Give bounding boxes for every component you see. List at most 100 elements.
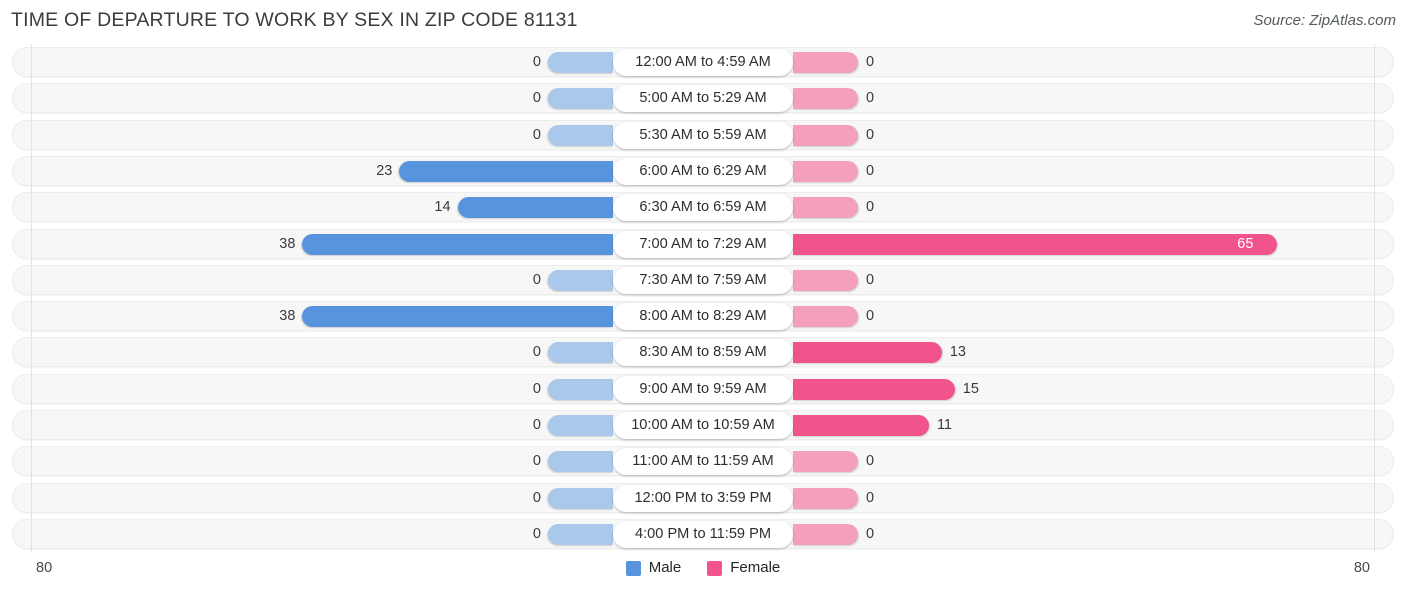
bar-female[interactable]	[793, 160, 858, 182]
bar-value-female: 65	[1237, 235, 1254, 252]
chart-row[interactable]: 14 0 6:30 AM to 6:59 AM	[0, 189, 1406, 225]
bar-value-male: 23	[376, 162, 393, 179]
bar-female[interactable]	[793, 487, 858, 509]
category-label: 8:30 AM to 8:59 AM	[639, 344, 767, 361]
bar-female[interactable]	[793, 342, 942, 364]
bar-male[interactable]	[399, 160, 613, 182]
bar-male[interactable]	[548, 415, 613, 436]
bar-male[interactable]	[548, 342, 613, 364]
category-label: 5:30 AM to 5:59 AM	[639, 126, 767, 143]
bar-female[interactable]	[793, 415, 929, 436]
chart-row[interactable]: 0 13 8:30 AM to 8:59 AM	[0, 334, 1406, 370]
category-label: 8:00 AM to 8:29 AM	[639, 308, 767, 325]
category-label: 7:00 AM to 7:29 AM	[639, 235, 767, 252]
chart-plot-area: 0 0 12:00 AM to 4:59 AM 0 0 5:00 AM to 5:29 A…	[0, 44, 1406, 552]
bar-female[interactable]	[793, 451, 858, 473]
category-pill[interactable]: 10:00 AM to 10:59 AM	[613, 412, 793, 439]
legend-item-female[interactable]: Female	[707, 559, 780, 577]
bar-male[interactable]	[548, 523, 613, 545]
bar-value-male: 0	[532, 90, 541, 107]
category-label: 5:00 AM to 5:29 AM	[639, 90, 767, 107]
chart-header: TIME OF DEPARTURE TO WORK BY SEX IN ZIP …	[0, 0, 1406, 44]
legend-label-female: Female	[730, 559, 781, 576]
bar-female[interactable]	[793, 523, 858, 545]
legend-item-male[interactable]: Male	[625, 559, 681, 577]
legend-swatch-male-icon	[625, 560, 641, 576]
bar-value-female: 0	[866, 525, 875, 542]
bar-female[interactable]	[793, 52, 858, 73]
bar-female[interactable]	[793, 233, 1278, 255]
bar-male[interactable]	[548, 52, 613, 73]
bar-male[interactable]	[548, 88, 613, 110]
gridline-right-80	[1374, 44, 1375, 552]
bar-value-female: 0	[866, 308, 875, 325]
chart-legend: Male Female	[0, 559, 1406, 577]
category-pill[interactable]: 8:00 AM to 8:29 AM	[613, 303, 793, 331]
legend-swatch-female-icon	[707, 560, 723, 576]
chart-row[interactable]: 0 0 12:00 PM to 3:59 PM	[0, 480, 1406, 516]
gridline-left-80	[31, 44, 32, 552]
bar-value-female: 0	[866, 126, 875, 143]
bar-female[interactable]	[793, 197, 858, 219]
chart-row[interactable]: 38 0 8:00 AM to 8:29 AM	[0, 298, 1406, 334]
bar-value-male: 0	[532, 380, 541, 397]
bar-value-female: 0	[866, 199, 875, 216]
bar-male[interactable]	[548, 269, 613, 291]
category-pill[interactable]: 6:00 AM to 6:29 AM	[613, 157, 793, 185]
bar-male[interactable]	[548, 124, 613, 146]
bar-value-male: 14	[434, 199, 451, 216]
bar-value-male: 0	[532, 54, 541, 70]
chart-row[interactable]: 0 15 9:00 AM to 9:59 AM	[0, 371, 1406, 407]
bar-male[interactable]	[548, 451, 613, 473]
category-pill[interactable]: 12:00 PM to 3:59 PM	[613, 484, 793, 512]
category-label: 6:00 AM to 6:29 AM	[639, 162, 767, 179]
category-label: 6:30 AM to 6:59 AM	[639, 199, 767, 216]
chart-row[interactable]: 0 0 5:00 AM to 5:29 AM	[0, 80, 1406, 116]
bar-value-male: 0	[532, 344, 541, 361]
category-label: 11:00 AM to 11:59 AM	[632, 453, 774, 470]
category-pill[interactable]: 12:00 AM to 4:59 AM	[613, 49, 793, 76]
bar-value-male: 0	[532, 417, 541, 433]
category-pill[interactable]: 6:30 AM to 6:59 AM	[613, 194, 793, 222]
chart-footer: 80 80 Male Female	[0, 552, 1406, 595]
chart-row[interactable]: 38 65 7:00 AM to 7:29 AM	[0, 226, 1406, 262]
bar-value-male: 0	[532, 271, 541, 288]
bar-female[interactable]	[793, 378, 955, 400]
bar-value-female: 0	[866, 90, 875, 107]
chart-row[interactable]: 0 11 10:00 AM to 10:59 AM	[0, 407, 1406, 443]
page-title: TIME OF DEPARTURE TO WORK BY SEX IN ZIP …	[11, 9, 578, 31]
bar-male[interactable]	[302, 233, 613, 255]
bar-female[interactable]	[793, 269, 858, 291]
category-pill[interactable]: 7:00 AM to 7:29 AM	[613, 230, 793, 258]
category-label: 12:00 PM to 3:59 PM	[634, 489, 772, 506]
bar-female[interactable]	[793, 88, 858, 110]
category-label: 12:00 AM to 4:59 AM	[635, 54, 771, 70]
category-pill[interactable]: 8:30 AM to 8:59 AM	[613, 339, 793, 367]
bar-value-male: 0	[532, 453, 541, 470]
category-pill[interactable]: 5:30 AM to 5:59 AM	[613, 121, 793, 149]
chart-row[interactable]: 0 0 4:00 PM to 11:59 PM	[0, 516, 1406, 552]
bar-value-female: 11	[936, 417, 952, 433]
category-pill[interactable]: 9:00 AM to 9:59 AM	[613, 375, 793, 403]
bar-male[interactable]	[457, 197, 613, 219]
bar-value-female: 0	[866, 271, 875, 288]
chart-row[interactable]: 0 0 11:00 AM to 11:59 AM	[0, 443, 1406, 479]
chart-row[interactable]: 0 0 5:30 AM to 5:59 AM	[0, 117, 1406, 153]
category-pill[interactable]: 5:00 AM to 5:29 AM	[613, 85, 793, 113]
bar-female[interactable]	[793, 306, 858, 328]
bar-male[interactable]	[302, 306, 613, 328]
bar-value-female: 13	[949, 344, 966, 361]
bar-value-male: 0	[532, 126, 541, 143]
chart-row[interactable]: 23 0 6:00 AM to 6:29 AM	[0, 153, 1406, 189]
category-pill[interactable]: 7:30 AM to 7:59 AM	[613, 266, 793, 294]
bar-male[interactable]	[548, 378, 613, 400]
category-label: 9:00 AM to 9:59 AM	[639, 380, 767, 397]
source-attribution: Source: ZipAtlas.com	[1253, 12, 1396, 29]
chart-row[interactable]: 0 0 12:00 AM to 4:59 AM	[0, 44, 1406, 80]
bar-male[interactable]	[548, 487, 613, 509]
bar-value-female: 0	[866, 489, 875, 506]
chart-row[interactable]: 0 0 7:30 AM to 7:59 AM	[0, 262, 1406, 298]
category-pill[interactable]: 4:00 PM to 11:59 PM	[613, 520, 793, 548]
category-pill[interactable]: 11:00 AM to 11:59 AM	[613, 448, 793, 476]
bar-female[interactable]	[793, 124, 858, 146]
